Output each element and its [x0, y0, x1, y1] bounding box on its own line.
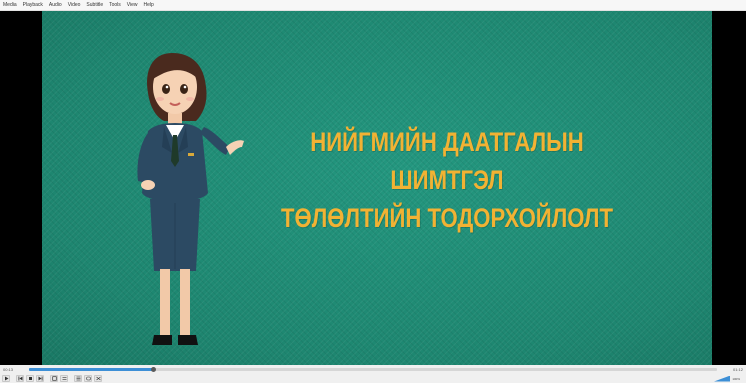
menu-audio[interactable]: Audio — [46, 0, 65, 10]
play-button[interactable] — [2, 374, 10, 382]
menu-help[interactable]: Help — [141, 0, 157, 10]
video-display[interactable]: НИЙГМИЙН ДААТГАЛЫН ШИМТГЭЛ ТӨЛӨЛТИЙН ТОД… — [0, 11, 746, 365]
loop-icon — [85, 376, 91, 380]
playlist-button[interactable] — [74, 374, 82, 382]
menu-video[interactable]: Video — [65, 0, 84, 10]
seek-handle[interactable] — [150, 366, 156, 372]
next-button[interactable] — [36, 374, 44, 382]
fullscreen-icon — [51, 375, 57, 381]
seek-progress-fill — [29, 367, 153, 371]
media-player-window: Media Playback Audio Video Subtitle Tool… — [0, 0, 746, 383]
seek-slider[interactable] — [29, 366, 717, 372]
random-icon — [95, 376, 101, 380]
total-time: 01:12 — [732, 366, 743, 372]
video-title-text: НИЙГМИЙН ДААТГАЛЫН ШИМТГЭЛ ТӨЛӨЛТИЙН ТОД… — [263, 123, 632, 237]
extended-settings-icon — [62, 376, 66, 380]
next-icon — [38, 376, 42, 380]
menu-tools[interactable]: Tools — [106, 0, 124, 10]
volume-slider[interactable] — [714, 375, 731, 382]
volume-control[interactable]: 100% — [714, 375, 740, 382]
menu-bar: Media Playback Audio Video Subtitle Tool… — [0, 0, 746, 11]
play-icon — [4, 376, 8, 380]
random-button[interactable] — [94, 374, 102, 382]
menu-media[interactable]: Media — [0, 0, 20, 10]
stop-icon — [28, 376, 32, 380]
stop-button[interactable] — [26, 374, 34, 382]
previous-button[interactable] — [16, 374, 24, 382]
seek-bar-row: 00:13 01:12 — [0, 365, 746, 373]
video-title-line-2: ТӨЛӨЛТИЙН ТОДОРХОЙЛОЛТ — [281, 203, 613, 233]
extended-settings-button[interactable] — [60, 374, 68, 382]
video-title-line-1: НИЙГМИЙН ДААТГАЛЫН ШИМТГЭЛ — [310, 127, 584, 195]
video-frame: НИЙГМИЙН ДААТГАЛЫН ШИМТГЭЛ ТӨЛӨЛТИЙН ТОД… — [42, 11, 712, 365]
previous-icon — [18, 376, 22, 380]
menu-subtitle[interactable]: Subtitle — [83, 0, 106, 10]
presenter-illustration — [137, 53, 244, 345]
loop-button[interactable] — [84, 374, 92, 382]
menu-playback[interactable]: Playback — [20, 0, 46, 10]
volume-percent: 100% — [732, 376, 740, 381]
menu-view[interactable]: View — [124, 0, 141, 10]
playlist-icon — [76, 376, 80, 380]
fullscreen-button[interactable] — [50, 374, 58, 382]
elapsed-time: 00:13 — [3, 366, 14, 372]
playback-controls — [0, 373, 746, 383]
